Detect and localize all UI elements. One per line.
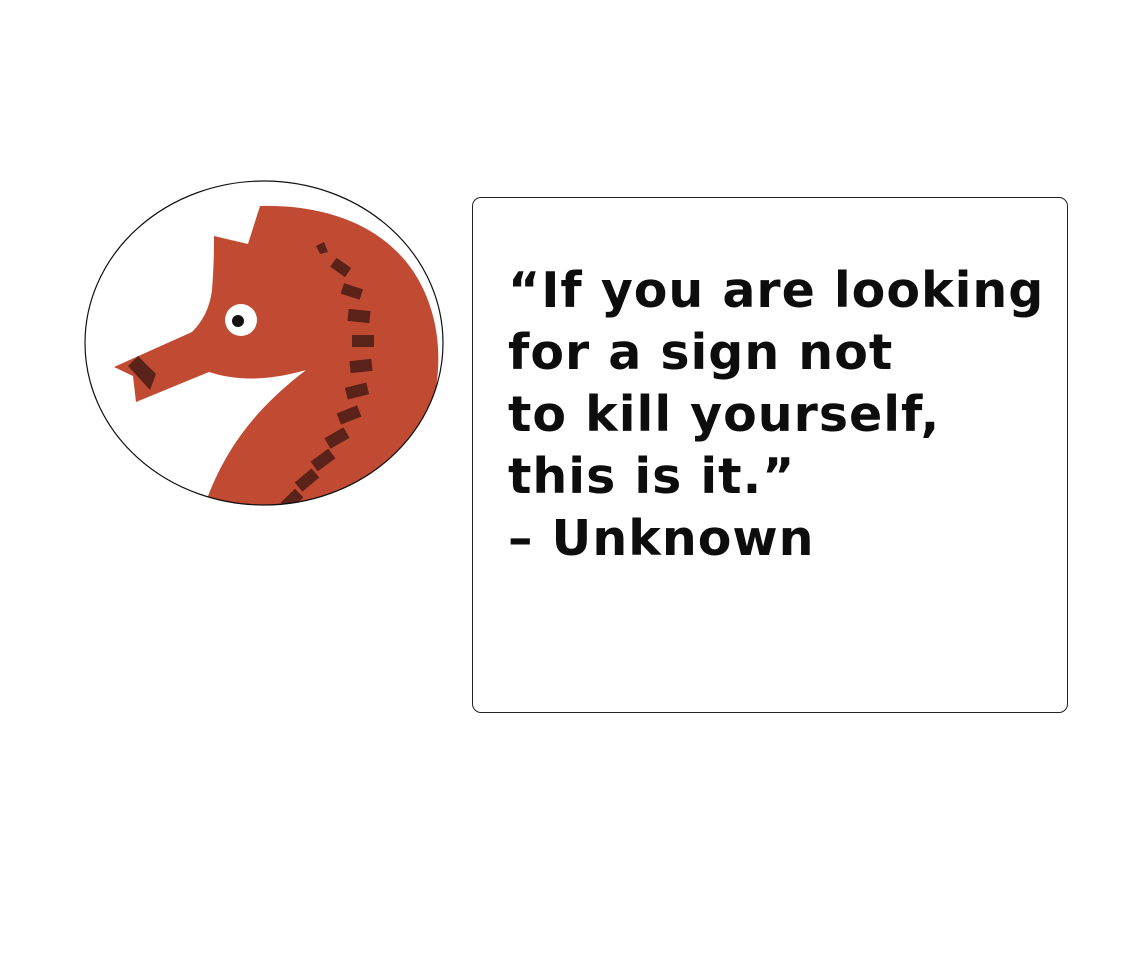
pupil [232, 315, 244, 327]
quote-line-1: “If you are looking [508, 262, 1045, 319]
seahorse-icon [84, 180, 444, 506]
quote-line-3: to kill yourself, [508, 386, 941, 443]
quote-text: “If you are looking for a sign not to ki… [508, 260, 1044, 570]
quote-card: “If you are looking for a sign not to ki… [472, 197, 1068, 713]
quote-line-4: this is it.” [508, 448, 796, 505]
seahorse-avatar [84, 180, 444, 507]
quote-attribution: – Unknown [508, 510, 815, 567]
quote-line-2: for a sign not [508, 324, 894, 381]
